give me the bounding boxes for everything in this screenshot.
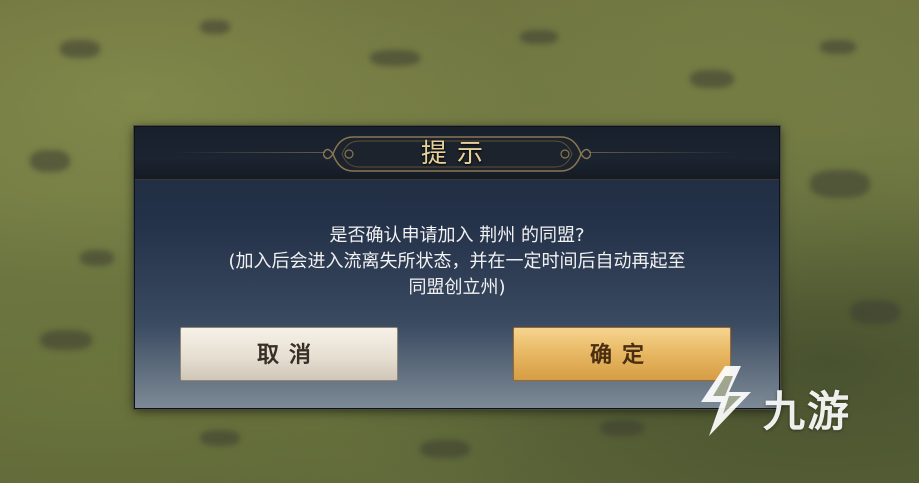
title-plate: 提示 — [322, 131, 592, 177]
header-divider-right — [589, 152, 739, 153]
dialog-message: 是否确认申请加入 荆州 的同盟? (加入后会进入流离失所状态，并在一定时间后自动… — [135, 223, 779, 301]
message-line-note-end: 同盟创立州) — [408, 277, 506, 298]
dialog-header: 提示 — [135, 127, 779, 180]
dialog-title: 提示 — [420, 139, 493, 169]
watermark: 九游 — [695, 362, 895, 442]
message-line-question: 是否确认申请加入 荆州 的同盟? — [329, 225, 585, 246]
watermark-text: 九游 — [763, 387, 852, 436]
game-map-background: 提示 是否确认申请加入 荆州 的同盟? (加入后会进入流离失所状态，并在一定时间… — [0, 0, 919, 483]
join-alliance-dialog: 提示 是否确认申请加入 荆州 的同盟? (加入后会进入流离失所状态，并在一定时间… — [134, 126, 780, 409]
jiuyou-logo-icon — [701, 366, 751, 436]
message-line-note: (加入后会进入流离失所状态，并在一定时间后自动再起至 — [228, 251, 686, 272]
header-divider-left — [175, 152, 325, 153]
cancel-button[interactable]: 取消 — [180, 327, 398, 381]
